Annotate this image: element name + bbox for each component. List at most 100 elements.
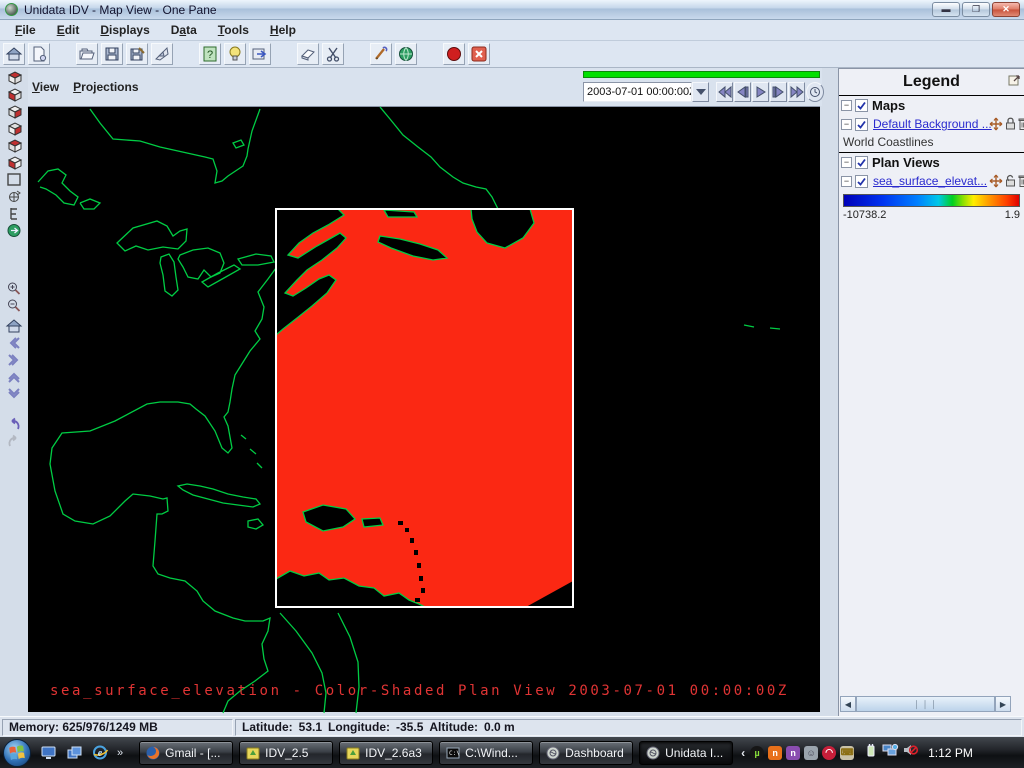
menu-help[interactable]: Help	[263, 21, 303, 39]
internet-explorer-icon[interactable]: e	[91, 744, 109, 762]
drawing-icon[interactable]	[151, 43, 173, 65]
time-properties-icon[interactable]	[806, 82, 824, 102]
menu-projections[interactable]: Projections	[73, 80, 138, 94]
move-cross-icon[interactable]	[989, 117, 1003, 136]
menu-file[interactable]: File	[8, 21, 43, 39]
maps-visibility-checkbox[interactable]	[855, 99, 868, 112]
edit-icon[interactable]	[370, 43, 392, 65]
collapse-icon[interactable]: −	[841, 176, 852, 187]
new-bundle-icon[interactable]	[28, 43, 50, 65]
network-icon[interactable]	[882, 743, 898, 762]
plan-views-visibility-checkbox[interactable]	[855, 156, 868, 169]
float-legend-icon[interactable]	[1008, 73, 1021, 91]
perspective-box-icon[interactable]	[4, 171, 24, 187]
collapse-icon[interactable]: −	[841, 157, 852, 168]
pan-left-icon[interactable]	[4, 335, 24, 351]
view-cube-top-icon[interactable]	[4, 69, 24, 85]
trash-icon[interactable]	[1018, 117, 1024, 136]
stop-loads-icon[interactable]	[443, 43, 465, 65]
menu-displays[interactable]: Displays	[93, 21, 156, 39]
eraser-icon[interactable]	[297, 43, 319, 65]
scroll-thumb[interactable]: ❘❘❘	[856, 696, 995, 712]
step-forward-icon[interactable]	[770, 82, 787, 102]
close-button[interactable]: ✕	[992, 2, 1020, 17]
start-button[interactable]	[3, 739, 31, 767]
windows-taskbar: e » Gmail - [... IDV_2.5 IDV_2.6a3 C:\ C…	[0, 737, 1024, 768]
scroll-left-icon[interactable]: ◀	[840, 696, 856, 712]
show-desktop-icon[interactable]	[39, 744, 57, 762]
taskbar-task-dashboard[interactable]: Dashboard	[539, 741, 633, 765]
collapse-chevron[interactable]: ‹	[741, 746, 745, 760]
home-icon[interactable]	[3, 43, 25, 65]
zoom-in-icon[interactable]	[4, 280, 24, 296]
help-icon[interactable]: ?	[199, 43, 221, 65]
next-tip-icon[interactable]	[249, 43, 271, 65]
view-cube-bottom-icon[interactable]	[4, 86, 24, 102]
zoom-out-icon[interactable]	[4, 297, 24, 313]
time-field[interactable]: 2003-07-01 00:00:00Z	[583, 82, 692, 102]
onenote-icon[interactable]: n	[786, 746, 800, 760]
overflow-chevron[interactable]: »	[117, 747, 123, 759]
map-canvas[interactable]: sea_surface_elevation - Color-Shaded Pla…	[28, 106, 820, 712]
save-icon[interactable]	[101, 43, 123, 65]
save-as-icon[interactable]	[126, 43, 148, 65]
utorrent-icon[interactable]: µ	[750, 746, 764, 760]
globe-icon[interactable]	[395, 43, 417, 65]
step-back-icon[interactable]	[734, 82, 751, 102]
pan-up-icon[interactable]	[4, 369, 24, 385]
lock-icon[interactable]	[1005, 117, 1016, 136]
menu-edit[interactable]: Edit	[50, 21, 87, 39]
cut-icon[interactable]	[322, 43, 344, 65]
keyboard-icon[interactable]: ⌨	[840, 746, 854, 760]
default-background-checkbox[interactable]	[855, 118, 868, 131]
rotate-view-icon[interactable]	[4, 188, 24, 204]
rewind-icon[interactable]	[716, 82, 733, 102]
taskbar-task-unidata-idv[interactable]: Unidata I...	[639, 741, 733, 765]
window-switcher-icon[interactable]	[65, 744, 83, 762]
fast-forward-icon[interactable]	[788, 82, 805, 102]
sea-surface-checkbox[interactable]	[855, 175, 868, 188]
undo-icon[interactable]	[4, 416, 24, 432]
pan-down-icon[interactable]	[4, 386, 24, 402]
menu-view[interactable]: View	[32, 80, 59, 94]
play-icon[interactable]	[752, 82, 769, 102]
reset-view-icon[interactable]	[4, 318, 24, 334]
view-cube-north-icon[interactable]	[4, 103, 24, 119]
power-icon[interactable]	[864, 743, 877, 762]
scroll-right-icon[interactable]: ▶	[995, 696, 1011, 712]
view-cube-south-icon[interactable]	[4, 137, 24, 153]
taskbar-clock[interactable]: 1:12 PM	[928, 746, 973, 760]
legend-horizontal-scrollbar[interactable]: ◀ ❘❘❘ ▶	[840, 696, 1011, 712]
download-manager-icon[interactable]: n	[768, 746, 782, 760]
time-dropdown-icon[interactable]	[692, 82, 709, 102]
taskbar-task-idv25[interactable]: IDV_2.5	[239, 741, 333, 765]
collapse-icon[interactable]: −	[841, 100, 852, 111]
view-settings-icon[interactable]	[4, 205, 24, 221]
view-cube-west-icon[interactable]	[4, 154, 24, 170]
taskbar-task-command-prompt[interactable]: C:\ C:\Wind...	[439, 741, 533, 765]
taskbar-task-gmail[interactable]: Gmail - [...	[139, 741, 233, 765]
collapse-icon[interactable]: −	[841, 119, 852, 130]
view-cube-east-icon[interactable]	[4, 120, 24, 136]
remove-displays-icon[interactable]	[468, 43, 490, 65]
trash-icon[interactable]	[1018, 174, 1024, 193]
tip-icon[interactable]	[224, 43, 246, 65]
open-file-icon[interactable]	[76, 43, 98, 65]
restore-button[interactable]: ❐	[962, 2, 990, 17]
sea-surface-elevation-link[interactable]: sea_surface_elevat...	[873, 174, 987, 188]
menu-data[interactable]: Data	[164, 21, 204, 39]
unlock-icon[interactable]	[1005, 174, 1016, 193]
color-shaded-plan	[276, 209, 573, 607]
taskbar-task-idv26a3[interactable]: IDV_2.6a3	[339, 741, 433, 765]
menu-tools[interactable]: Tools	[211, 21, 256, 39]
pan-right-icon[interactable]	[4, 352, 24, 368]
default-background-link[interactable]: Default Background ...	[873, 117, 992, 131]
earth-view-icon[interactable]	[4, 222, 24, 238]
color-scale-bar[interactable]	[843, 194, 1020, 207]
messenger-icon[interactable]: ☺	[804, 746, 818, 760]
antivirus-icon[interactable]: ◠	[822, 746, 836, 760]
move-cross-icon[interactable]	[989, 174, 1003, 193]
volume-muted-icon[interactable]	[903, 743, 918, 762]
redo-icon[interactable]	[4, 433, 24, 449]
minimize-button[interactable]: ▬	[932, 2, 960, 17]
